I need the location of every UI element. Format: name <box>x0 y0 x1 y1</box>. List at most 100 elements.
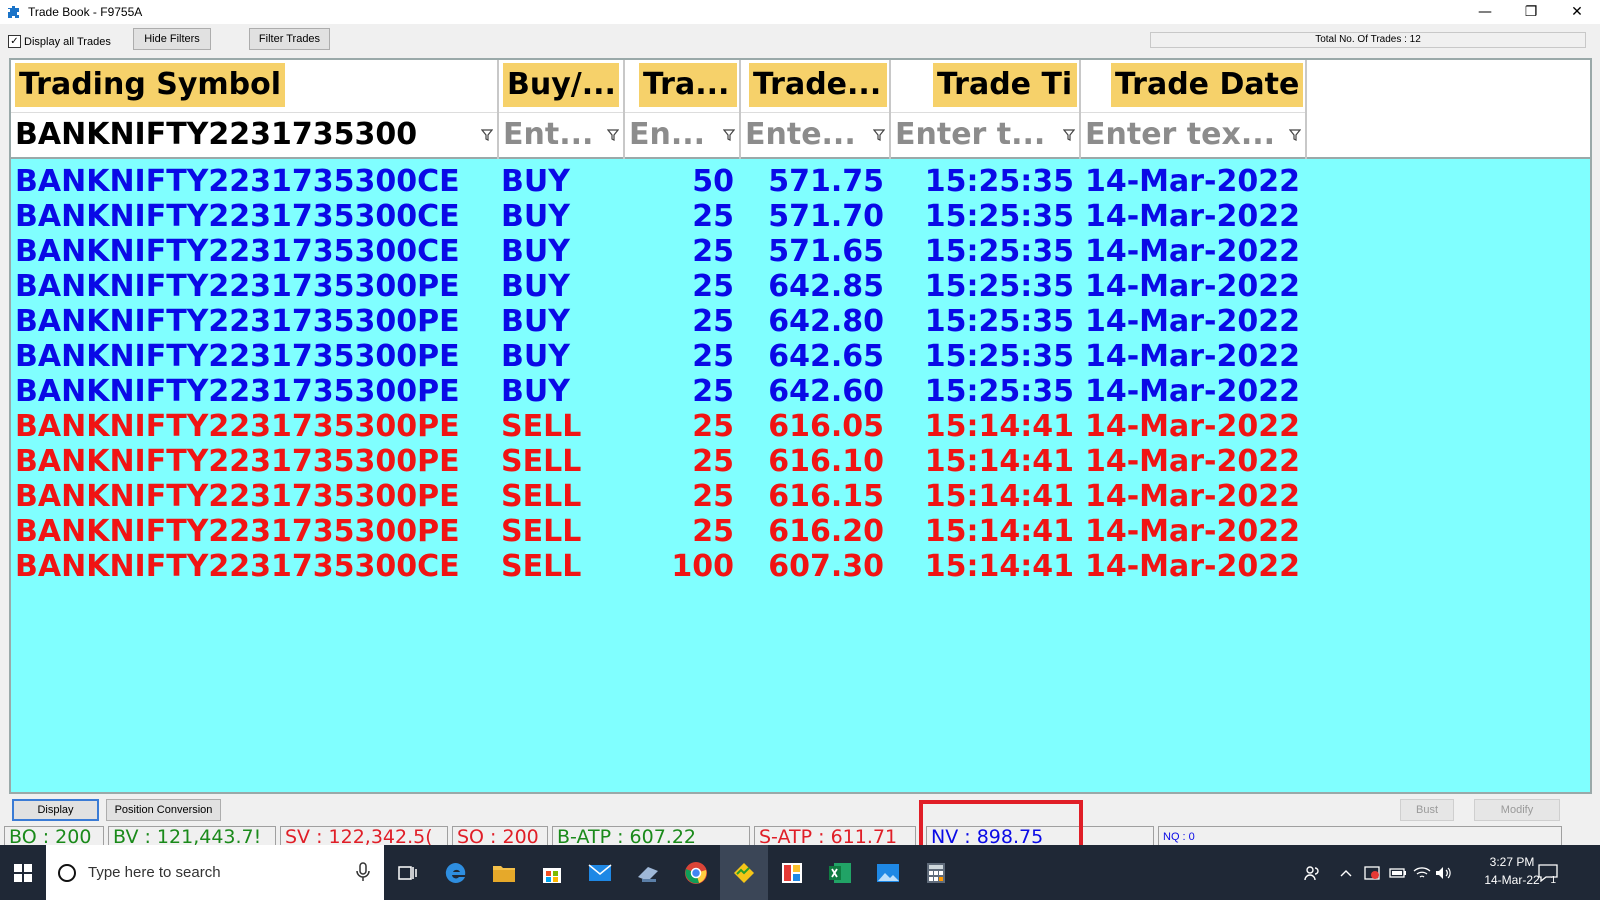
display-all-trades-label: Display all Trades <box>24 35 111 48</box>
filter-cell: Enter t... <box>891 112 1079 156</box>
column-trade-qty[interactable]: Tra... En... <box>625 60 741 159</box>
table-row[interactable]: BANKNIFTY2231735300PE SELL 25 616.20 15:… <box>11 514 1590 549</box>
cell-time: 15:14:41 <box>924 514 1074 549</box>
trade-qty-filter-input[interactable]: En... <box>629 115 719 155</box>
start-button[interactable] <box>0 845 46 900</box>
filter-trades-button[interactable]: Filter Trades <box>249 28 330 50</box>
app-shortcut-icon[interactable] <box>624 845 672 900</box>
taskbar-search[interactable]: Type here to search <box>46 845 384 900</box>
bust-button[interactable]: Bust <box>1400 799 1454 821</box>
cell-qty: 25 <box>692 304 734 339</box>
hide-filters-button[interactable]: Hide Filters <box>133 28 211 50</box>
task-view-icon[interactable] <box>384 845 432 900</box>
cell-qty: 25 <box>692 514 734 549</box>
battery-icon[interactable] <box>1386 845 1410 900</box>
cell-symbol: BANKNIFTY2231735300PE <box>15 514 460 549</box>
volume-icon[interactable] <box>1432 845 1456 900</box>
search-placeholder: Type here to search <box>88 864 221 881</box>
windows-icon <box>14 863 32 882</box>
buy-sell-filter-input[interactable]: Ent... <box>503 115 603 155</box>
display-button[interactable]: Display <box>12 799 99 821</box>
cell-price: 571.65 <box>768 234 884 269</box>
security-tray-icon[interactable] <box>1360 845 1384 900</box>
restore-button[interactable]: ❐ <box>1508 0 1554 24</box>
puzzle-app-icon <box>6 4 22 20</box>
display-all-trades-toggle[interactable]: ✓ Display all Trades <box>8 35 111 48</box>
wifi-icon[interactable] <box>1410 845 1434 900</box>
trade-grid: Trading Symbol BANKNIFTY2231735300 Buy/.… <box>9 58 1592 794</box>
cell-qty: 25 <box>692 234 734 269</box>
filter-funnel-icon[interactable] <box>873 129 885 141</box>
cell-time: 15:14:41 <box>924 549 1074 584</box>
table-row[interactable]: BANKNIFTY2231735300PE BUY 25 642.85 15:2… <box>11 269 1590 304</box>
microphone-icon[interactable] <box>356 862 370 882</box>
taskbar: Type here to search 3:27 PM 14-Mar-22 1 <box>0 845 1600 900</box>
trade-date-filter-input[interactable]: Enter tex... <box>1085 115 1281 155</box>
chevron-up-icon[interactable] <box>1334 845 1358 900</box>
table-row[interactable]: BANKNIFTY2231735300PE SELL 25 616.15 15:… <box>11 479 1590 514</box>
column-trade-date[interactable]: Trade Date Enter tex... <box>1081 60 1307 159</box>
filter-cell: En... <box>625 112 739 156</box>
column-header-label: Trade Date <box>1111 63 1303 107</box>
filter-funnel-icon[interactable] <box>1289 129 1301 141</box>
cell-qty: 25 <box>692 409 734 444</box>
filter-cell: BANKNIFTY2231735300 <box>11 112 497 156</box>
trade-time-filter-input[interactable]: Enter t... <box>895 115 1059 155</box>
chrome-icon[interactable] <box>672 845 720 900</box>
modify-button[interactable]: Modify <box>1474 799 1560 821</box>
position-conversion-button[interactable]: Position Conversion <box>106 799 221 821</box>
filter-funnel-icon[interactable] <box>481 129 493 141</box>
grid-app-icon[interactable] <box>768 845 816 900</box>
filter-funnel-icon[interactable] <box>1063 129 1075 141</box>
table-row[interactable]: BANKNIFTY2231735300PE BUY 25 642.60 15:2… <box>11 374 1590 409</box>
cell-type: BUY <box>501 374 570 409</box>
table-row[interactable]: BANKNIFTY2231735300CE BUY 25 571.65 15:2… <box>11 234 1590 269</box>
cell-date: 14-Mar-2022 <box>1084 164 1300 199</box>
trading-app-icon[interactable] <box>720 845 768 900</box>
filter-funnel-icon[interactable] <box>607 129 619 141</box>
cell-price: 616.10 <box>768 444 884 479</box>
cell-symbol: BANKNIFTY2231735300PE <box>15 479 460 514</box>
column-trading-symbol[interactable]: Trading Symbol BANKNIFTY2231735300 <box>11 60 499 159</box>
column-buy-sell[interactable]: Buy/... Ent... <box>499 60 625 159</box>
cell-price: 642.80 <box>768 304 884 339</box>
cell-time: 15:25:35 <box>924 304 1074 339</box>
excel-icon[interactable] <box>816 845 864 900</box>
cell-symbol: BANKNIFTY2231735300PE <box>15 374 460 409</box>
table-row[interactable]: BANKNIFTY2231735300PE SELL 25 616.05 15:… <box>11 409 1590 444</box>
photos-icon[interactable] <box>864 845 912 900</box>
filter-funnel-icon[interactable] <box>723 129 735 141</box>
cell-time: 15:14:41 <box>924 479 1074 514</box>
table-row[interactable]: BANKNIFTY2231735300CE BUY 50 571.75 15:2… <box>11 164 1590 199</box>
cell-type: SELL <box>501 549 582 584</box>
table-row[interactable]: BANKNIFTY2231735300PE BUY 25 642.65 15:2… <box>11 339 1590 374</box>
table-row[interactable]: BANKNIFTY2231735300CE BUY 25 571.70 15:2… <box>11 199 1590 234</box>
cell-symbol: BANKNIFTY2231735300PE <box>15 444 460 479</box>
people-icon[interactable] <box>1296 845 1328 900</box>
cell-type: BUY <box>501 164 570 199</box>
cell-type: BUY <box>501 304 570 339</box>
cell-price: 571.75 <box>768 164 884 199</box>
column-trade-time[interactable]: Trade Ti Enter t... <box>891 60 1081 159</box>
column-trade-price[interactable]: Trade... Ente... <box>741 60 891 159</box>
calculator-icon[interactable] <box>912 845 960 900</box>
cell-price: 616.15 <box>768 479 884 514</box>
close-button[interactable]: ✕ <box>1554 0 1600 24</box>
notification-center-icon[interactable]: 1 <box>1528 845 1568 900</box>
store-icon[interactable] <box>528 845 576 900</box>
cell-type: BUY <box>501 269 570 304</box>
table-row[interactable]: BANKNIFTY2231735300PE BUY 25 642.80 15:2… <box>11 304 1590 339</box>
edge-browser-icon[interactable] <box>432 845 480 900</box>
cell-price: 642.85 <box>768 269 884 304</box>
total-trades-count: Total No. Of Trades : 12 <box>1150 32 1586 48</box>
table-row[interactable]: BANKNIFTY2231735300PE SELL 25 616.10 15:… <box>11 444 1590 479</box>
minimize-button[interactable]: — <box>1462 0 1508 24</box>
file-explorer-icon[interactable] <box>480 845 528 900</box>
mail-icon[interactable] <box>576 845 624 900</box>
trade-price-filter-input[interactable]: Ente... <box>745 115 869 155</box>
title-bar: Trade Book - F9755A — ❐ ✕ <box>0 0 1600 24</box>
trading-symbol-filter-input[interactable]: BANKNIFTY2231735300 <box>15 115 431 155</box>
filter-cell: Ent... <box>499 112 623 156</box>
table-row[interactable]: BANKNIFTY2231735300CE SELL 100 607.30 15… <box>11 549 1590 584</box>
display-all-trades-checkbox[interactable]: ✓ <box>8 35 21 48</box>
